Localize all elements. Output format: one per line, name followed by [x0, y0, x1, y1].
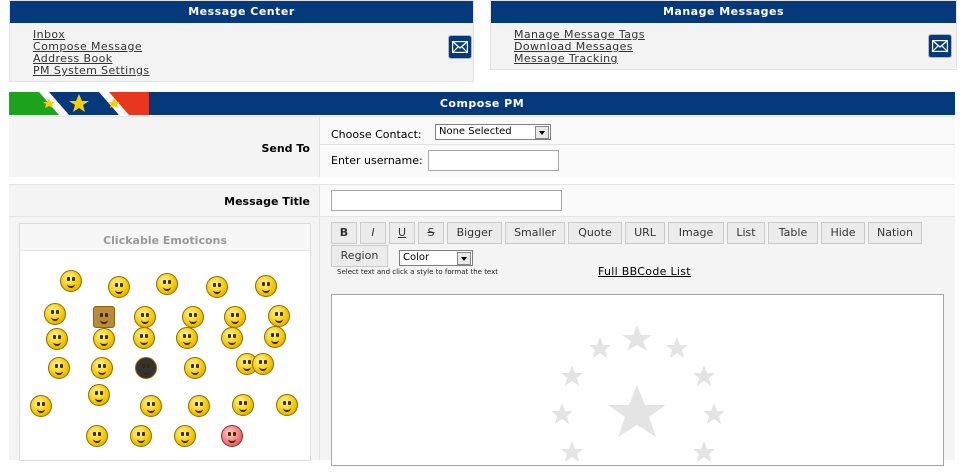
italic-button[interactable]: I — [360, 222, 386, 244]
link-message-tracking[interactable]: Message Tracking — [514, 53, 645, 65]
manage-messages-panel: Manage Messages Manage Message Tags Down… — [490, 0, 957, 70]
chevron-down-icon — [535, 126, 549, 139]
emoticon-icon[interactable] — [108, 276, 130, 298]
bbcode-list-link[interactable]: Full BBCode List — [598, 265, 691, 278]
emoticon-icon[interactable] — [264, 326, 286, 348]
emoticon-icon[interactable] — [224, 306, 246, 328]
image-button[interactable]: Image — [668, 222, 724, 244]
hide-button[interactable]: Hide — [821, 222, 865, 244]
message-title-input[interactable] — [331, 190, 562, 211]
message-body-textarea[interactable] — [331, 294, 944, 466]
emoticon-icon[interactable] — [46, 328, 68, 350]
emoticon-icon[interactable] — [88, 384, 110, 406]
color-select-value: Color — [403, 252, 430, 263]
emoticon-icon[interactable] — [188, 395, 210, 417]
mail-icon[interactable] — [448, 35, 472, 59]
enter-username-label: Enter username: — [331, 154, 423, 167]
bold-button[interactable]: B — [331, 222, 357, 244]
emoticon-icon[interactable] — [130, 425, 152, 447]
underline-button[interactable]: U — [389, 222, 415, 244]
emoticon-icon[interactable] — [44, 303, 66, 325]
emoticon-icon[interactable] — [48, 357, 70, 379]
message-title-row: Message Title — [9, 184, 955, 216]
message-center-links: Inbox Compose Message Address Book PM Sy… — [33, 29, 149, 77]
star-watermark-icon — [551, 325, 725, 462]
color-select[interactable]: Color — [399, 250, 473, 266]
quote-button[interactable]: Quote — [568, 222, 622, 244]
format-hint: Select text and click a style to format … — [337, 268, 499, 276]
message-center-panel: Message Center Inbox Compose Message Add… — [9, 0, 474, 82]
emoticon-icon[interactable] — [182, 306, 204, 328]
emoticon-icon[interactable] — [255, 275, 277, 297]
choose-contact-label: Choose Contact: — [331, 128, 422, 141]
emoticon-icon[interactable] — [86, 425, 108, 447]
message-title-label: Message Title — [224, 195, 310, 208]
emoticon-icon[interactable] — [133, 327, 155, 349]
emoticon-icon[interactable] — [206, 276, 228, 298]
send-to-label: Send To — [261, 142, 310, 155]
emoticon-icon[interactable] — [140, 395, 162, 417]
nation-button[interactable]: Nation — [868, 222, 922, 244]
strike-button[interactable]: S — [418, 222, 444, 244]
emoticon-icon[interactable] — [91, 357, 113, 379]
emoticon-icon[interactable] — [176, 327, 198, 349]
emoticon-icon[interactable] — [221, 327, 243, 349]
emoticons-title: Clickable Emoticons — [20, 224, 310, 251]
message-center-title: Message Center — [10, 1, 473, 23]
compose-pm-header: Compose PM — [9, 92, 955, 115]
manage-messages-links: Manage Message Tags Download Messages Me… — [514, 29, 645, 65]
emoticon-icon[interactable] — [60, 270, 82, 292]
chevron-down-icon — [457, 252, 471, 265]
contact-select-value: None Selected — [439, 126, 512, 137]
emoticon-icon[interactable] — [276, 394, 298, 416]
contact-select[interactable]: None Selected — [435, 124, 551, 140]
emoticon-icon[interactable] — [184, 357, 206, 379]
emoticon-icon[interactable] — [232, 394, 254, 416]
smaller-button[interactable]: Smaller — [505, 222, 565, 244]
mail-icon[interactable] — [928, 34, 952, 58]
emoticon-icon[interactable] — [30, 395, 52, 417]
username-input[interactable] — [428, 150, 559, 171]
url-button[interactable]: URL — [625, 222, 665, 244]
emoticon-icon[interactable] — [268, 305, 290, 327]
link-pm-system-settings[interactable]: PM System Settings — [33, 65, 149, 77]
emoticon-icon[interactable] — [221, 425, 243, 447]
list-button[interactable]: List — [727, 222, 765, 244]
bigger-button[interactable]: Bigger — [447, 222, 502, 244]
send-to-row: Send To Choose Contact: None Selected En… — [9, 116, 955, 177]
compose-pm-title: Compose PM — [439, 97, 525, 110]
emoticon-icon[interactable] — [135, 357, 157, 379]
divider — [320, 144, 955, 145]
table-button[interactable]: Table — [768, 222, 818, 244]
emoticon-icon[interactable] — [174, 425, 196, 447]
manage-messages-title: Manage Messages — [491, 1, 956, 23]
emoticon-icon[interactable] — [252, 353, 274, 375]
region-button[interactable]: Region — [331, 245, 388, 267]
emoticon-icon[interactable] — [93, 328, 115, 350]
emoticon-icon[interactable] — [93, 306, 115, 328]
emoticon-icon[interactable] — [134, 306, 156, 328]
emoticon-icon[interactable] — [156, 273, 178, 295]
